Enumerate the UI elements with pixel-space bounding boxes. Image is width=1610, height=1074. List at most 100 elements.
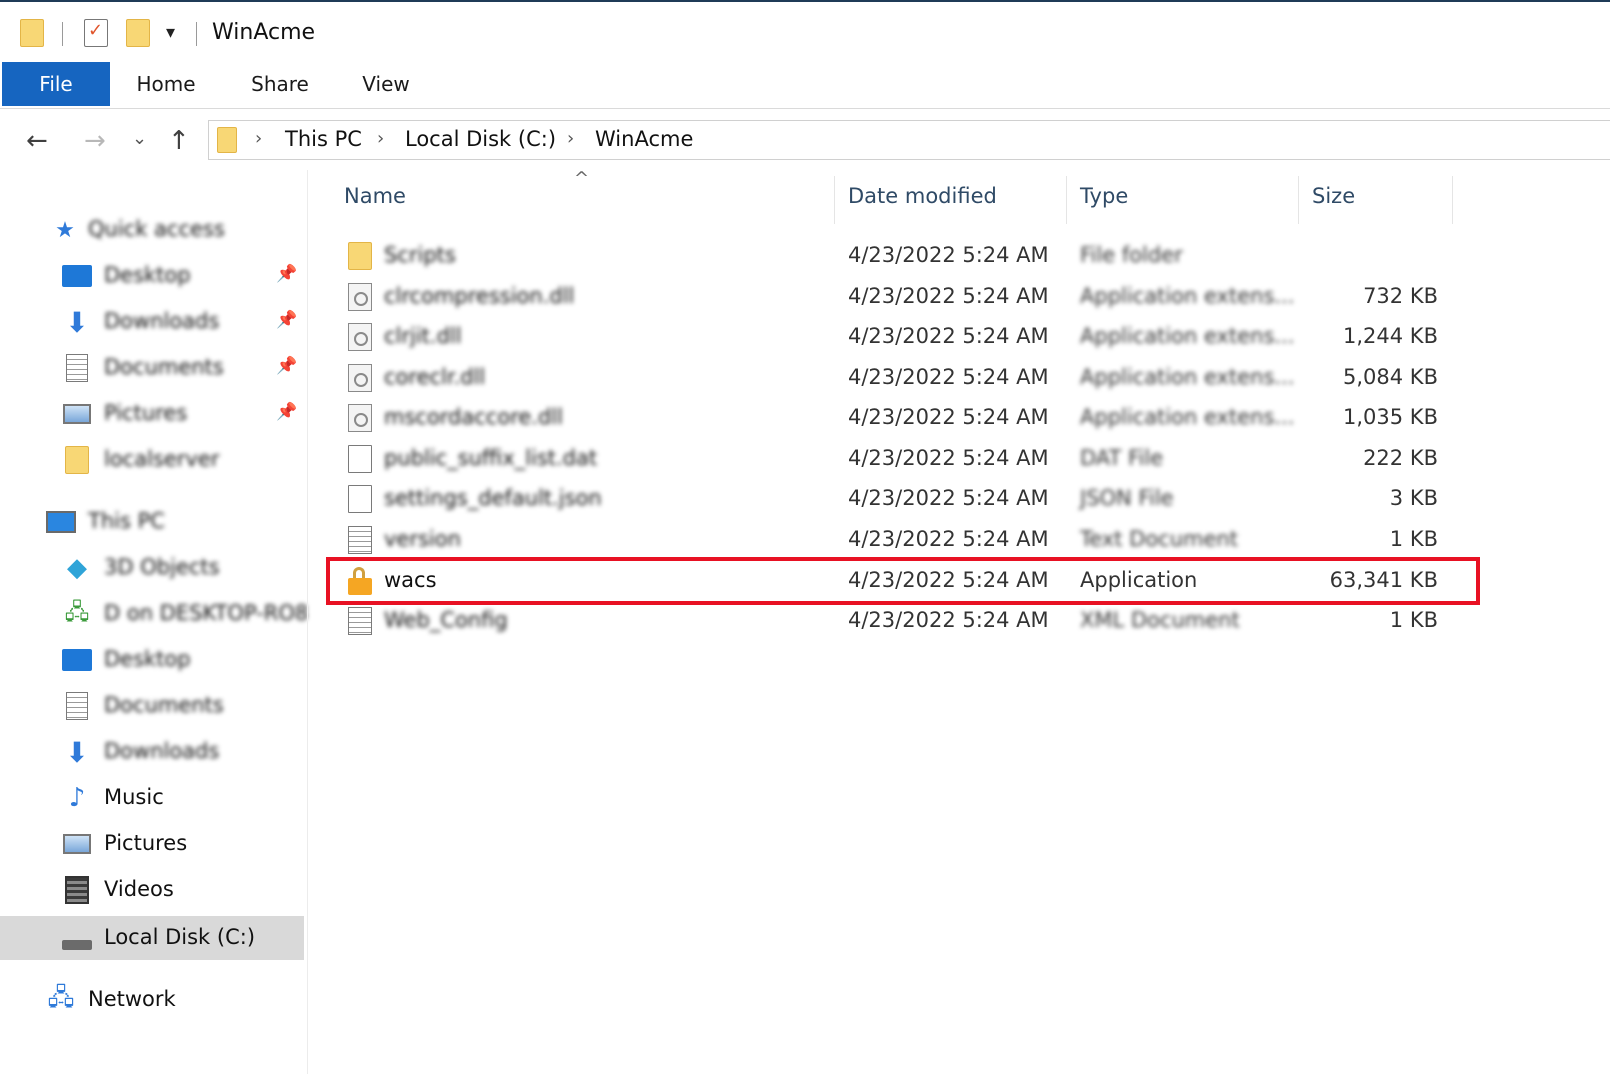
sidebar-item-label: Videos (104, 877, 174, 901)
file-type: Application extens... (1080, 405, 1295, 429)
sidebar-item-videos[interactable]: Videos (0, 868, 304, 912)
pin-icon[interactable]: 📌 (276, 264, 297, 284)
film-icon (62, 876, 92, 904)
column-divider[interactable] (1066, 176, 1067, 224)
file-date: 4/23/2022 5:24 AM (848, 608, 1049, 632)
tab-home[interactable]: Home (124, 62, 208, 106)
pane-splitter[interactable] (307, 170, 308, 1074)
customize-toolbar-icon[interactable]: ▾ (166, 22, 175, 43)
dll-file-icon (348, 283, 372, 311)
file-type: Application extens... (1080, 284, 1295, 308)
dll-file-icon (348, 364, 372, 392)
breadcrumb-winacme[interactable]: WinAcme (595, 127, 693, 151)
file-date: 4/23/2022 5:24 AM (848, 243, 1049, 267)
sort-ascending-icon: ^ (574, 168, 590, 189)
sidebar-item-local-disk[interactable]: Local Disk (C:) (0, 916, 304, 960)
window-title: WinAcme (212, 20, 316, 45)
file-row-dll[interactable]: clrcompression.dll 4/23/2022 5:24 AM App… (340, 277, 1470, 317)
chevron-right-icon[interactable]: › (377, 128, 384, 149)
column-header-date[interactable]: Date modified (848, 184, 997, 224)
highlight-box (326, 557, 1480, 605)
sidebar-item-pictures[interactable]: Pictures 📌 (0, 392, 304, 436)
file-type: DAT File (1080, 446, 1164, 470)
pictures-icon (62, 400, 92, 428)
file-type: XML Document (1080, 608, 1240, 632)
file-row-json[interactable]: settings_default.json 4/23/2022 5:24 AM … (340, 479, 1470, 519)
file-type: Application extens... (1080, 324, 1295, 348)
desktop-icon (62, 262, 92, 290)
sidebar-item-label: Music (104, 785, 164, 809)
properties-icon[interactable]: ✓ (84, 19, 108, 47)
tab-view[interactable]: View (348, 62, 424, 106)
sidebar-item-desktop-pc[interactable]: Desktop (0, 638, 304, 682)
sidebar-item-desktop[interactable]: Desktop 📌 (0, 254, 304, 298)
file-row-version[interactable]: version 4/23/2022 5:24 AM Text Document … (340, 520, 1470, 560)
chevron-right-icon[interactable]: › (567, 128, 574, 149)
file-row-web-config[interactable]: Web_Config 4/23/2022 5:24 AM XML Documen… (340, 601, 1470, 641)
network-icon: 🖧 (47, 982, 75, 1011)
recent-locations-chevron-icon[interactable]: ⌄ (132, 128, 147, 149)
file-name: version (384, 527, 461, 551)
file-row-scripts[interactable]: Scripts 4/23/2022 5:24 AM File folder (340, 236, 1470, 276)
new-folder-icon[interactable] (126, 19, 150, 47)
file-name: clrjit.dll (384, 324, 462, 348)
sidebar-item-downloads[interactable]: ⬇ Downloads 📌 (0, 300, 304, 344)
documents-icon (62, 692, 92, 720)
sidebar-item-network-drive[interactable]: 🖧 D on DESKTOP-RO8 (0, 592, 308, 636)
breadcrumb-local-disk[interactable]: Local Disk (C:) (405, 127, 556, 151)
drive-icon (62, 924, 92, 952)
sidebar-item-quick-access[interactable]: ★ Quick access (0, 208, 304, 252)
text-file-icon (348, 526, 372, 554)
file-size: 3 KB (1389, 486, 1438, 510)
file-row-dll[interactable]: clrjit.dll 4/23/2022 5:24 AM Application… (340, 317, 1470, 357)
sidebar-item-downloads-pc[interactable]: ⬇ Downloads (0, 730, 304, 774)
file-type: JSON File (1080, 486, 1174, 510)
file-row-dll[interactable]: coreclr.dll 4/23/2022 5:24 AM Applicatio… (340, 358, 1470, 398)
column-header-type[interactable]: Type (1080, 184, 1128, 224)
forward-arrow-icon[interactable]: → (84, 126, 106, 156)
pin-icon[interactable]: 📌 (276, 356, 297, 376)
breadcrumb-this-pc[interactable]: This PC (285, 127, 362, 151)
sidebar-item-label: Downloads (104, 739, 220, 763)
sidebar-item-pictures-pc[interactable]: Pictures (0, 822, 304, 866)
sidebar-item-3d-objects[interactable]: ◆ 3D Objects (0, 546, 304, 590)
column-divider[interactable] (1298, 176, 1299, 224)
pin-icon[interactable]: 📌 (276, 402, 297, 422)
chevron-right-icon[interactable]: › (255, 128, 262, 149)
file-date: 4/23/2022 5:24 AM (848, 284, 1049, 308)
sidebar-item-label: Documents (104, 693, 224, 717)
file-date: 4/23/2022 5:24 AM (848, 446, 1049, 470)
network-drive-icon: 🖧 (64, 600, 90, 625)
blank-file-icon (348, 445, 372, 473)
tab-share[interactable]: Share (238, 62, 322, 106)
sidebar-item-label: Quick access (88, 217, 225, 241)
tab-file[interactable]: File (2, 62, 110, 106)
column-divider[interactable] (1452, 176, 1453, 224)
file-name: mscordaccore.dll (384, 405, 563, 429)
file-row-dll[interactable]: mscordaccore.dll 4/23/2022 5:24 AM Appli… (340, 398, 1470, 438)
back-arrow-icon[interactable]: ← (26, 126, 48, 156)
file-name: clrcompression.dll (384, 284, 575, 308)
sidebar-item-this-pc[interactable]: This PC (0, 500, 304, 544)
sidebar-item-network[interactable]: 🖧 Network (0, 978, 304, 1022)
file-type: File folder (1080, 243, 1183, 267)
up-arrow-icon[interactable]: ↑ (168, 126, 190, 156)
sidebar-item-localserver[interactable]: localserver (0, 438, 304, 482)
divider (196, 22, 197, 46)
sidebar-item-music[interactable]: ♪ Music (0, 776, 304, 820)
address-bar[interactable]: › This PC › Local Disk (C:) › WinAcme (208, 120, 1610, 160)
column-header-size[interactable]: Size (1312, 184, 1355, 224)
file-size: 222 KB (1363, 446, 1438, 470)
divider (62, 22, 63, 46)
dll-file-icon (348, 404, 372, 432)
file-date: 4/23/2022 5:24 AM (848, 486, 1049, 510)
column-header-name[interactable]: Name (344, 184, 406, 224)
pin-icon[interactable]: 📌 (276, 310, 297, 330)
file-row-dat[interactable]: public_suffix_list.dat 4/23/2022 5:24 AM… (340, 439, 1470, 479)
file-size: 5,084 KB (1343, 365, 1438, 389)
sidebar-item-label: Pictures (104, 831, 188, 855)
music-note-icon: ♪ (68, 783, 86, 813)
sidebar-item-documents-pc[interactable]: Documents (0, 684, 304, 728)
column-divider[interactable] (834, 176, 835, 224)
sidebar-item-documents[interactable]: Documents 📌 (0, 346, 304, 390)
